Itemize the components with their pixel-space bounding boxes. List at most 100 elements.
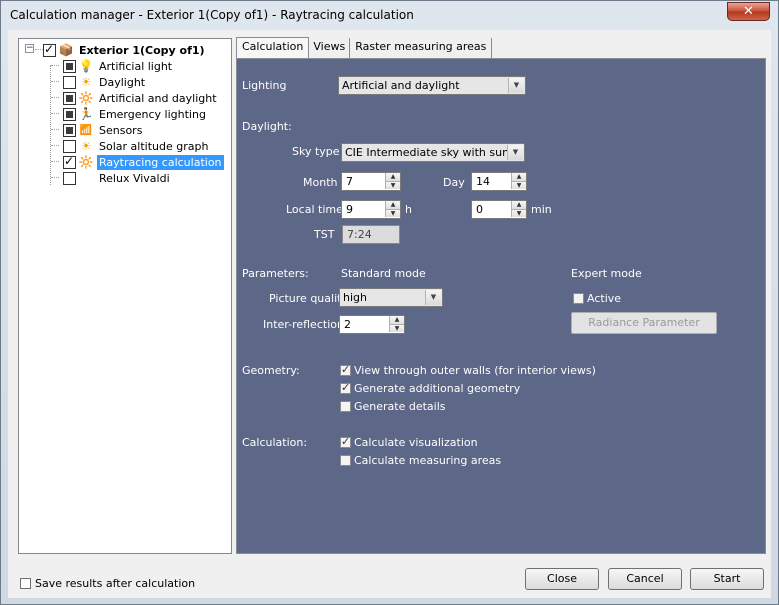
minute-value: 0 — [476, 203, 483, 216]
lighting-label: Lighting — [242, 79, 287, 92]
generate-details-label: Generate details — [354, 400, 446, 413]
checkbox-box[interactable] — [340, 455, 351, 466]
day-value: 14 — [476, 175, 490, 188]
tree-connector — [50, 65, 51, 185]
dialog-client-area: − 📦 Exterior 1(Copy of1) 💡 Artificial li… — [8, 30, 771, 598]
picture-quality-value: high — [343, 291, 367, 304]
sky-type-select[interactable]: CIE Intermediate sky with sun ▼ — [341, 143, 525, 162]
calculation-tree[interactable]: − 📦 Exterior 1(Copy of1) 💡 Artificial li… — [18, 38, 232, 554]
collapse-icon[interactable]: − — [25, 44, 34, 53]
inter-reflections-stepper[interactable]: 2 ▲ ▼ — [339, 315, 405, 334]
tree-checkbox[interactable] — [63, 123, 76, 137]
hour-stepper[interactable]: 9 ▲ ▼ — [341, 200, 401, 219]
tree-checkbox[interactable] — [63, 171, 76, 185]
tree-item-label: Emergency lighting — [99, 107, 206, 121]
close-window-button[interactable]: ✕ — [727, 2, 770, 21]
tst-readonly-field: 7:24 — [342, 225, 400, 244]
title-bar[interactable]: Calculation manager - Exterior 1(Copy of… — [1, 1, 778, 29]
spin-up-icon[interactable]: ▲ — [385, 201, 400, 209]
checkbox-box[interactable] — [340, 363, 351, 376]
checkbox-box[interactable] — [340, 435, 351, 448]
tree-checkbox[interactable] — [63, 107, 76, 121]
standard-mode-label: Standard mode — [341, 267, 426, 280]
vivaldi-icon — [78, 170, 94, 186]
chevron-down-icon[interactable]: ▼ — [507, 145, 523, 160]
checkbox-box[interactable] — [340, 381, 351, 394]
tab-strip: Calculation Views Raster measuring areas — [236, 37, 493, 59]
window-title: Calculation manager - Exterior 1(Copy of… — [10, 8, 414, 22]
tree-connector — [51, 81, 59, 82]
tree-root-row[interactable]: − 📦 Exterior 1(Copy of1) — [19, 41, 229, 57]
lightbulb-icon: 💡 — [78, 59, 94, 73]
spin-down-icon[interactable]: ▼ — [511, 209, 526, 217]
sensor-icon: 📶 — [79, 124, 93, 136]
day-stepper[interactable]: 14 ▲ ▼ — [471, 172, 527, 191]
hour-value: 9 — [346, 203, 353, 216]
generate-details-checkbox[interactable]: Generate details — [340, 400, 446, 413]
root-checkbox[interactable] — [43, 42, 56, 57]
month-value: 7 — [346, 175, 353, 188]
checkbox-box[interactable] — [20, 578, 31, 589]
generate-geometry-checkbox[interactable]: Generate additional geometry — [340, 381, 521, 395]
tree-connector — [51, 145, 59, 146]
spin-up-icon[interactable]: ▲ — [385, 173, 400, 181]
tree-connector — [35, 49, 43, 50]
tree-item-label: Artificial light — [99, 59, 173, 73]
tree-connector — [51, 161, 59, 162]
spin-up-icon[interactable]: ▲ — [389, 316, 404, 324]
spin-up-icon[interactable]: ▲ — [511, 201, 526, 209]
save-results-label: Save results after calculation — [35, 577, 196, 590]
spin-down-icon[interactable]: ▼ — [385, 181, 400, 189]
tab-views[interactable]: Views — [308, 38, 350, 58]
sky-type-value: CIE Intermediate sky with sun — [345, 146, 510, 159]
solar-graph-icon: ☀ — [80, 139, 92, 153]
chevron-down-icon[interactable]: ▼ — [508, 78, 524, 93]
sky-type-label: Sky type — [292, 145, 340, 158]
tree-checkbox[interactable] — [63, 75, 76, 89]
minute-stepper[interactable]: 0 ▲ ▼ — [471, 200, 527, 219]
expert-mode-label: Expert mode — [571, 267, 642, 280]
spin-up-icon[interactable]: ▲ — [511, 173, 526, 181]
tree-checkbox[interactable] — [63, 59, 76, 73]
lighting-select[interactable]: Artificial and daylight ▼ — [338, 76, 526, 95]
calculation-section-label: Calculation: — [242, 436, 308, 449]
active-label: Active — [587, 292, 622, 305]
spin-down-icon[interactable]: ▼ — [511, 181, 526, 189]
chevron-down-icon[interactable]: ▼ — [425, 290, 441, 305]
checkbox-box[interactable] — [340, 401, 351, 412]
generate-geometry-label: Generate additional geometry — [354, 382, 521, 395]
calculation-tab-page: Lighting Artificial and daylight ▼ Dayli… — [236, 58, 766, 554]
minute-unit: min — [531, 203, 552, 216]
calc-measuring-areas-checkbox[interactable]: Calculate measuring areas — [340, 454, 501, 467]
tab-raster-measuring-areas[interactable]: Raster measuring areas — [349, 38, 493, 58]
view-through-walls-checkbox[interactable]: View through outer walls (for interior v… — [340, 363, 596, 377]
tst-label: TST — [314, 228, 335, 241]
spin-down-icon[interactable]: ▼ — [389, 324, 404, 332]
radiance-parameter-button[interactable]: Radiance Parameter — [571, 312, 717, 334]
picture-quality-select[interactable]: high ▼ — [339, 288, 443, 307]
tree-item-label: Sensors — [99, 123, 143, 137]
tree-checkbox[interactable] — [63, 139, 76, 153]
month-stepper[interactable]: 7 ▲ ▼ — [341, 172, 401, 191]
close-button[interactable]: Close — [525, 568, 599, 590]
sun-icon: ☀ — [80, 75, 92, 89]
tree-connector — [51, 177, 59, 178]
expert-active-checkbox[interactable]: Active — [573, 292, 621, 305]
raytracing-icon: 🔆 — [78, 155, 94, 169]
parameters-label: Parameters: — [242, 267, 309, 280]
emergency-exit-icon: 🏃 — [78, 107, 94, 121]
inter-reflections-label: Inter-reflections — [263, 318, 350, 331]
window-frame: Calculation manager - Exterior 1(Copy of… — [0, 0, 779, 605]
bulb-sun-icon: 🔆 — [78, 91, 94, 105]
tree-checkbox[interactable] — [63, 91, 76, 105]
save-results-checkbox[interactable]: Save results after calculation — [20, 577, 195, 590]
cancel-button[interactable]: Cancel — [608, 568, 682, 590]
start-button[interactable]: Start — [690, 568, 764, 590]
tab-calculation[interactable]: Calculation — [236, 37, 310, 59]
spin-down-icon[interactable]: ▼ — [385, 209, 400, 217]
checkbox-box[interactable] — [573, 293, 584, 304]
calc-visualization-checkbox[interactable]: Calculate visualization — [340, 435, 478, 449]
lighting-value: Artificial and daylight — [342, 79, 460, 92]
geometry-label: Geometry: — [242, 364, 300, 377]
tree-checkbox[interactable] — [63, 154, 76, 169]
